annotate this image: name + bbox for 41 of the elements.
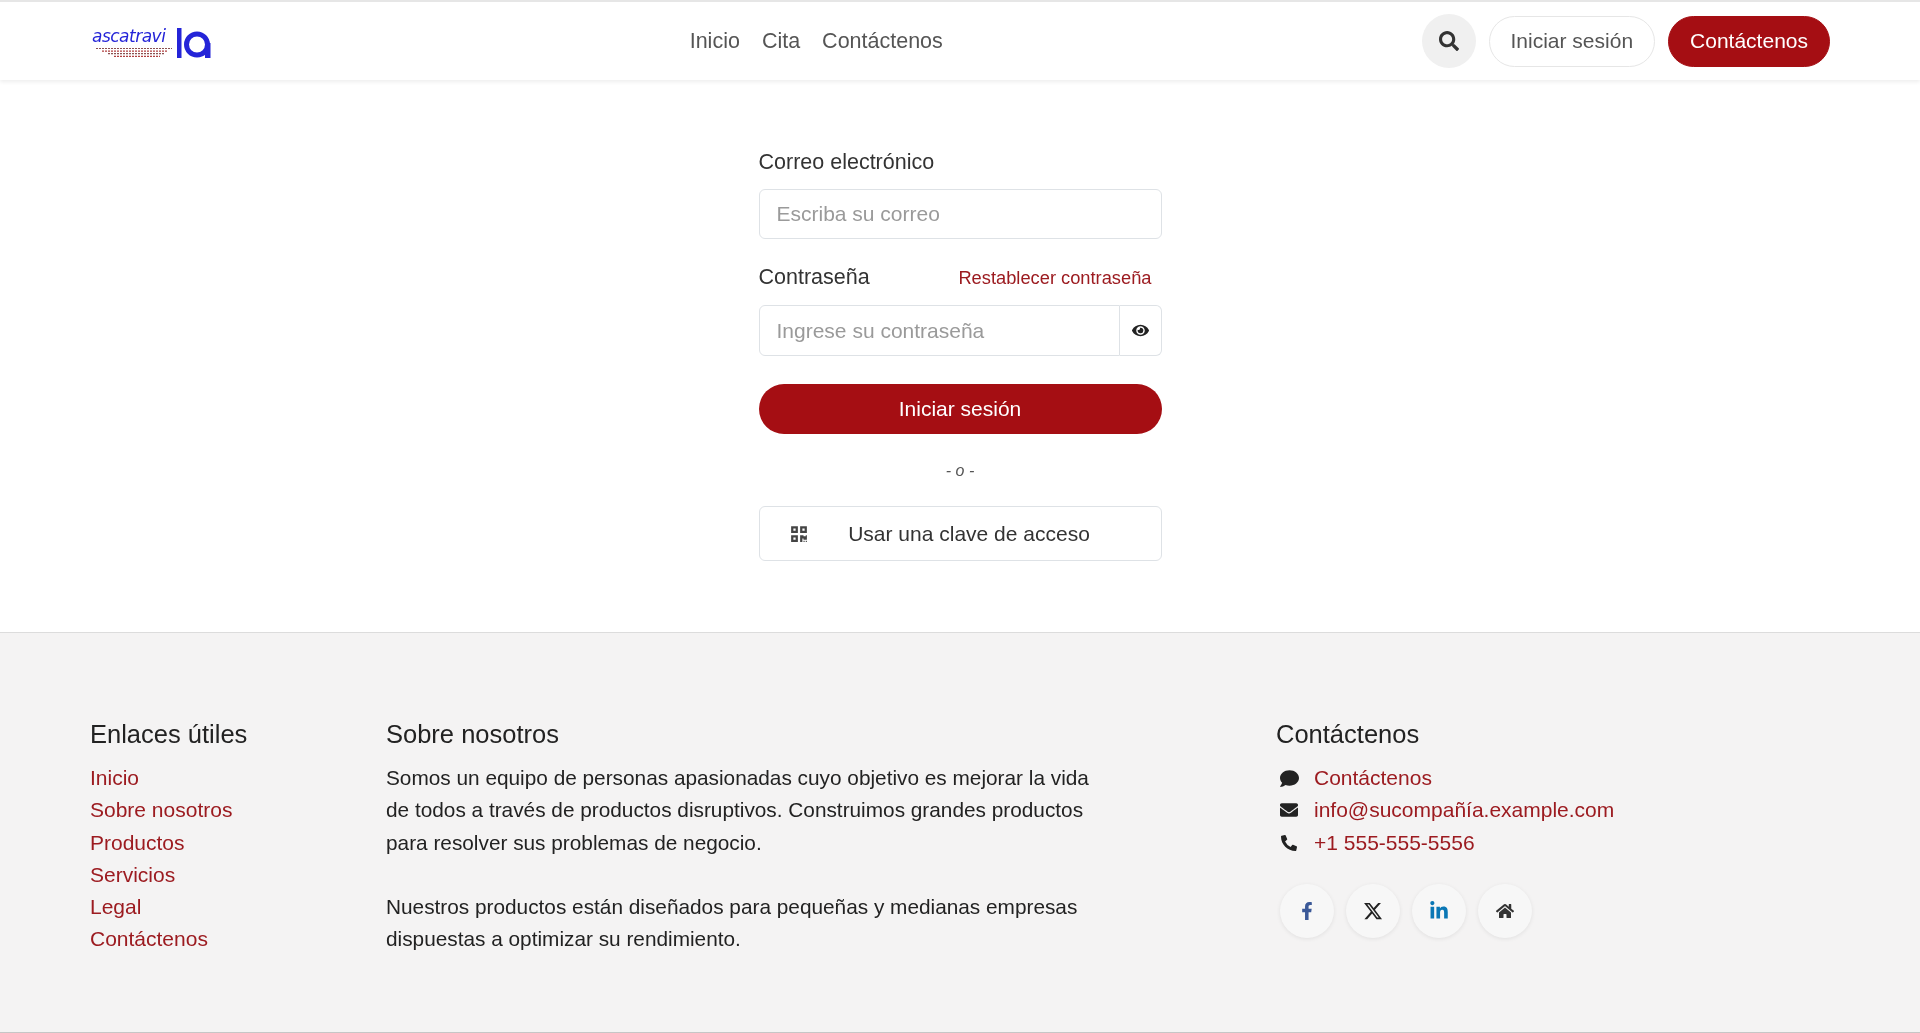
- about-paragraph: Nuestros productos están diseñados para pequeñas y medianas empresas dispuestas a optimizar su rendimiento.: [386, 894, 1079, 953]
- login-button[interactable]: Iniciar sesión: [1488, 15, 1656, 67]
- footer-heading: Enlaces útiles: [90, 719, 249, 749]
- contact-button[interactable]: Contáctenos: [1668, 15, 1830, 67]
- phone-icon: [1281, 834, 1297, 851]
- footer-link[interactable]: Legal: [90, 891, 142, 924]
- reset-password-link[interactable]: Restablecer contraseña: [958, 266, 1152, 289]
- contact-link[interactable]: +1 555-555-5556: [1314, 826, 1475, 859]
- password-field[interactable]: Ingrese su contraseña: [758, 305, 1120, 356]
- contact-link[interactable]: Contáctenos: [1314, 762, 1432, 795]
- footer-link[interactable]: Inicio: [90, 762, 140, 795]
- about-paragraph: Somos un equipo de personas apasionadas cuyo objetivo es mejorar la vida de todos a través de productos disruptivos. Construimos grandes productos para resolver sus problemas de negocio.: [386, 765, 1090, 856]
- social-button[interactable]: [1346, 883, 1400, 938]
- social-button[interactable]: [1478, 883, 1532, 938]
- footer-link[interactable]: Sobre nosotros: [90, 794, 233, 827]
- footer-heading: Contáctenos: [1276, 719, 1421, 749]
- footer-link[interactable]: Productos: [90, 826, 185, 859]
- email-label: Correo electrónico: [758, 150, 936, 175]
- email-field[interactable]: Escriba su correo: [758, 189, 1162, 239]
- footer-heading: Sobre nosotros: [386, 719, 560, 749]
- home-icon: [1496, 901, 1514, 920]
- eye-icon: [1131, 322, 1149, 339]
- passkey-button[interactable]: Usar una clave de acceso: [758, 506, 1162, 561]
- social-button[interactable]: [1280, 883, 1334, 938]
- password-label: Contraseña: [758, 265, 870, 290]
- show-password-button[interactable]: [1119, 305, 1162, 356]
- nav-link[interactable]: Inicio: [689, 28, 740, 54]
- nav-link[interactable]: Cita: [761, 28, 801, 54]
- login-submit-button[interactable]: Iniciar sesión: [758, 384, 1162, 434]
- envelope-icon: [1280, 801, 1298, 820]
- or-separator: - o -: [945, 463, 975, 479]
- search-icon: [1438, 31, 1459, 51]
- footer-link[interactable]: Contáctenos: [90, 923, 208, 956]
- contact-link[interactable]: info@sucompañía.example.com: [1314, 794, 1615, 827]
- x-icon: [1363, 900, 1383, 921]
- qr-code-icon: [789, 524, 808, 543]
- speech-bubble-icon: [1279, 768, 1299, 788]
- footer-link[interactable]: Servicios: [90, 858, 176, 892]
- nav-link[interactable]: Contáctenos: [822, 28, 943, 54]
- linkedin-icon: [1429, 900, 1449, 921]
- logo-text[interactable]: ascatravi: [92, 28, 176, 45]
